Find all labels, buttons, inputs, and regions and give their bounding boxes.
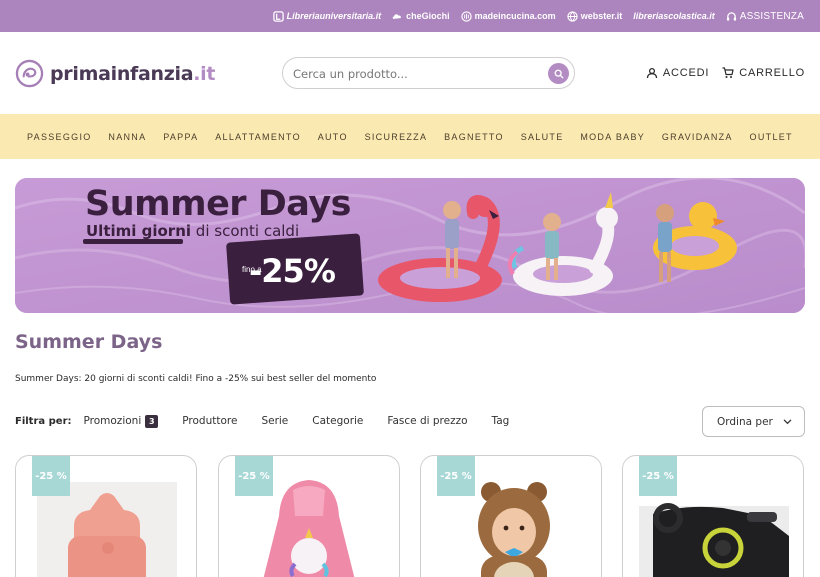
filter-fasce-di-prezzo[interactable]: Fasce di prezzo [387,415,467,427]
product-card[interactable]: -25 % [218,455,400,577]
nav-item-bagnetto[interactable]: BAGNETTO [444,132,504,142]
nav-item-salute[interactable]: SALUTE [521,132,564,142]
partner-link-label: Libreriauniversitaria.it [286,11,382,21]
category-nav: PASSEGGIO NANNA PAPPA ALLATTAMENTO AUTO … [0,114,820,159]
product-card[interactable]: -25 % [15,455,197,577]
filter-categorie[interactable]: Categorie [312,415,363,427]
nav-item-pappa[interactable]: PAPPA [163,132,198,142]
banner-subtitle-bold: Ultimi giorni [86,222,192,240]
filter-label: Filtra per: [15,415,72,427]
banner-subtitle: Ultimi giorni di sconti caldi [86,222,299,240]
banner-title: Summer Days [85,184,352,224]
search-icon [554,69,563,78]
filter-bar: Filtra per: Promozioni 3 Produttore Seri… [15,413,533,429]
partner-link-chegiochi[interactable]: cheGiochi [392,11,450,22]
product-card[interactable]: -25 % [622,455,804,577]
partner-link-madeincucina[interactable]: madeincucina.com [460,10,556,22]
nav-item-allattamento[interactable]: ALLATTAMENTO [215,132,301,142]
partner-link-webster[interactable]: webster.it [567,10,623,22]
cart-label: CARRELLO [739,67,805,79]
filter-count-badge: 3 [145,414,159,428]
nav-item-outlet[interactable]: OUTLET [750,132,793,142]
nav-item-moda-baby[interactable]: MODA BABY [580,132,645,142]
filter-tag[interactable]: Tag [492,415,510,427]
logo-wordmark: primainfanzia.it [50,63,215,85]
partner-link-label: cheGiochi [406,11,450,21]
search-bar [282,57,575,89]
page-title: Summer Days [15,331,163,353]
login-label: ACCEDI [662,67,710,79]
globe-icon [567,10,578,22]
whisk-icon [460,10,472,22]
nav-item-gravidanza[interactable]: GRAVIDANZA [662,132,733,142]
logo-icon [15,59,44,88]
partner-link-label: webster.it [580,11,623,21]
filter-promozioni[interactable]: Promozioni 3 [83,414,159,428]
filter-produttore[interactable]: Produttore [182,415,237,427]
discount-badge: -25 % [639,456,677,496]
assistance-link[interactable]: ASSISTENZA [726,11,804,22]
product-card[interactable]: -25 % [420,455,602,577]
sort-dropdown[interactable]: Ordina per [702,406,805,437]
search-input[interactable] [293,65,538,83]
cloud-icon [392,13,401,19]
partner-link-libreriauniversitaria[interactable]: Libreriauniversitaria.it [272,10,382,22]
assistance-label: ASSISTENZA [739,10,804,22]
chevron-down-icon [783,419,792,425]
book-icon [272,10,284,22]
partner-link-libreriascolastica[interactable]: libreriascolastica.it [633,11,715,21]
header-actions: ACCEDI CARRELLO [646,67,805,79]
headset-icon [726,11,736,21]
search-button[interactable] [548,63,569,84]
nav-item-auto[interactable]: AUTO [318,132,348,142]
cart-icon [722,67,734,78]
banner-subtitle-rest: di sconti caldi [191,222,300,240]
nav-item-nanna[interactable]: NANNA [108,132,146,142]
nav-item-sicurezza[interactable]: SICUREZZA [365,132,428,142]
partner-link-label: libreriascolastica.it [633,11,715,21]
nav-item-passeggio[interactable]: PASSEGGIO [27,132,92,142]
cart-button[interactable]: CARRELLO [722,67,805,79]
discount-badge: -25 % [437,456,475,496]
page-description: Summer Days: 20 giorni di sconti caldi! … [15,374,377,384]
discount-badge: -25 % [32,456,70,496]
logo-main: primainfanzia [50,62,194,85]
sort-label: Ordina per [717,415,773,428]
promo-banner[interactable]: Summer Days Ultimi giorni di sconti cald… [15,178,805,313]
site-header: primainfanzia.it ACCEDI CARRELLO [0,32,820,114]
partner-link-label: madeincucina.com [474,11,556,21]
partner-bar: Libreriauniversitaria.it cheGiochi madei… [0,0,820,32]
user-icon [646,67,658,79]
logo-tld: .it [193,62,216,85]
banner-discount: -25% [249,252,336,290]
filter-item-label: Promozioni [83,415,142,427]
site-logo[interactable]: primainfanzia.it [15,59,215,88]
filter-serie[interactable]: Serie [261,415,288,427]
login-button[interactable]: ACCEDI [646,67,709,79]
partner-links: Libreriauniversitaria.it cheGiochi madei… [272,0,804,32]
discount-badge: -25 % [235,456,273,496]
